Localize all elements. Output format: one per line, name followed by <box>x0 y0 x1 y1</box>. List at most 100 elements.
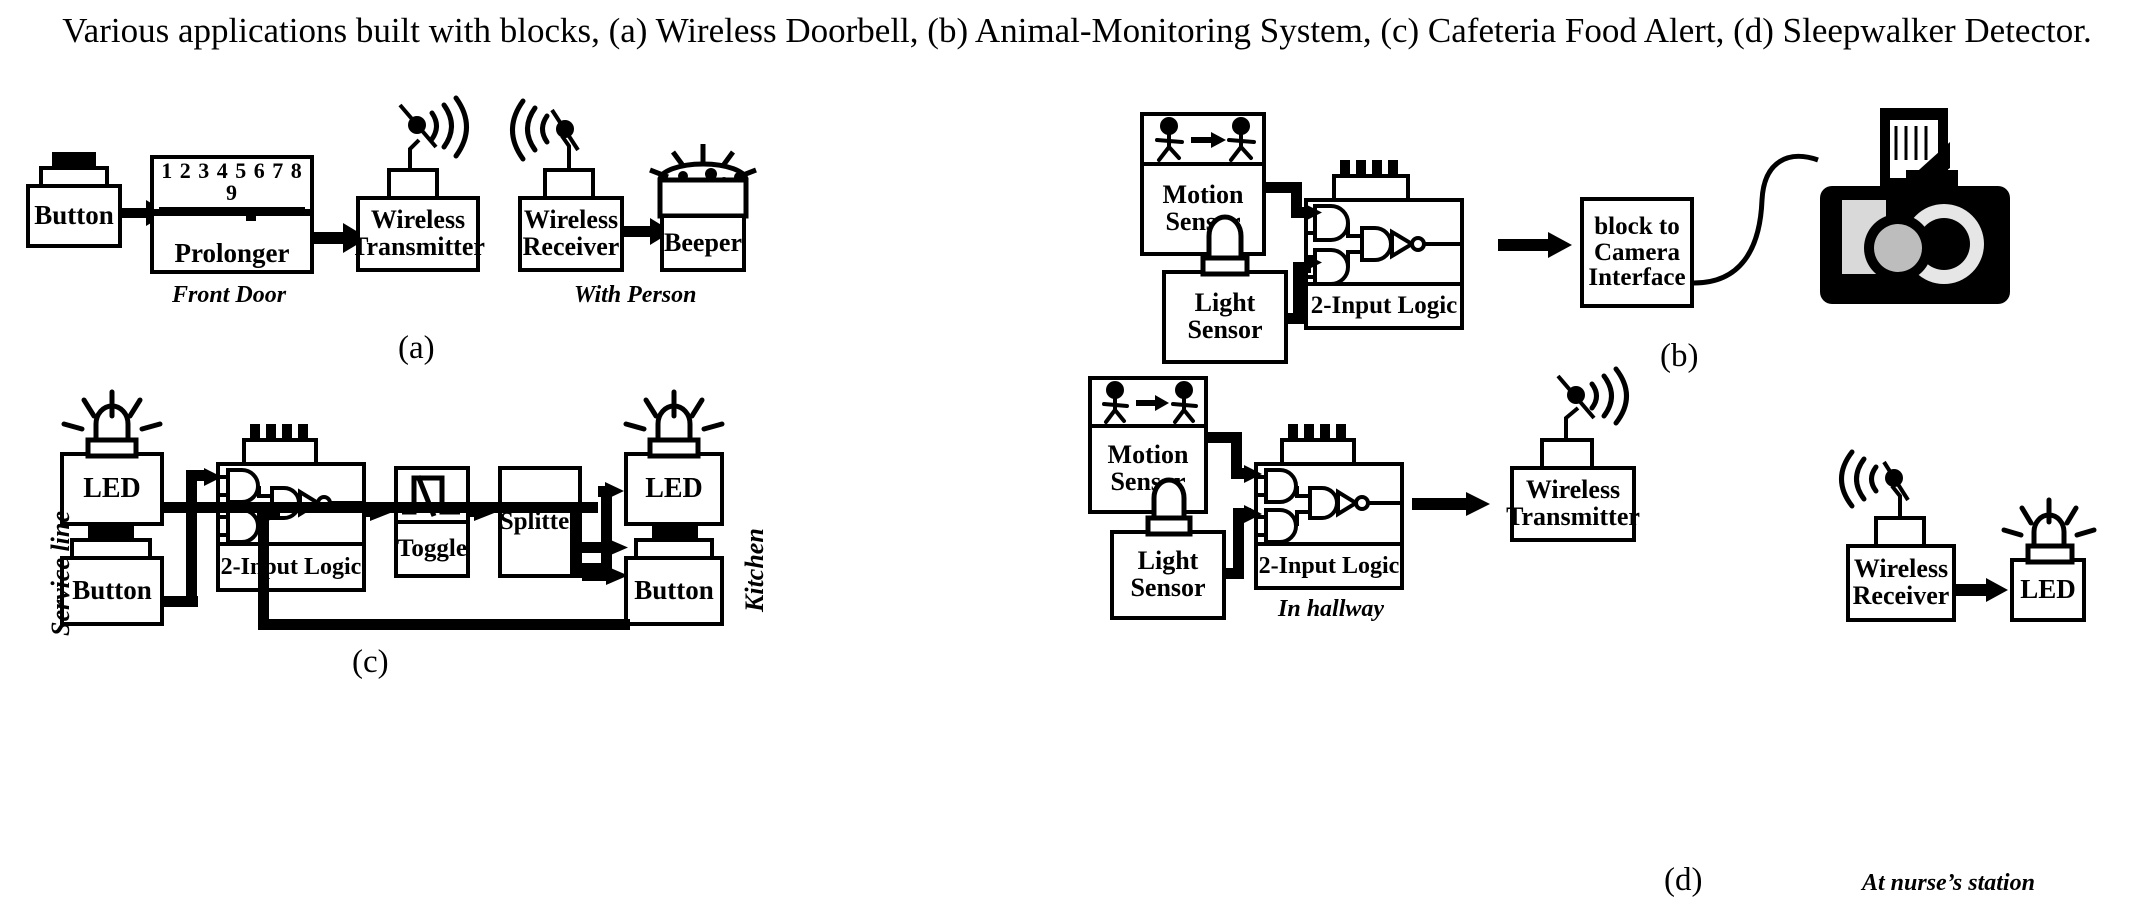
button-cap-a <box>52 152 96 170</box>
annotation-with-person: With Person <box>574 282 697 308</box>
block-label: LED <box>645 472 703 504</box>
block-label-line1: Light <box>1194 288 1256 318</box>
led-bulb-right-c <box>647 403 701 459</box>
motion-sensor-icon-box-d <box>1088 376 1208 428</box>
block-wireless-receiver-d[interactable]: Wireless Receiver <box>1846 544 1956 622</box>
block-prolonger-a[interactable]: Prolonger <box>150 212 314 274</box>
prolonger-slider-track-a[interactable] <box>159 206 305 221</box>
figure-canvas: Various applications built with blocks, … <box>0 0 2154 919</box>
block-label: Toggle <box>397 535 467 563</box>
block-2-input-logic-d[interactable]: 2-Input Logic <box>1254 542 1404 590</box>
panel-label-d: (d) <box>1664 862 1703 898</box>
block-label-line2: Transmitter <box>351 232 485 261</box>
led-bulb-left-c <box>85 403 139 459</box>
wire-splitter-out-3-c <box>582 566 628 585</box>
annotation-service-line: Service line <box>46 511 75 636</box>
pin-header-b <box>1332 160 1410 202</box>
block-button-a[interactable]: Button <box>26 184 122 248</box>
block-label-line2: Sensor <box>1187 315 1263 344</box>
antenna-node-transmitter-a <box>408 116 426 134</box>
annotation-kitchen: Kitchen <box>740 528 769 612</box>
button-cap-right-c <box>634 524 714 560</box>
block-label-line1: Wireless <box>523 205 619 235</box>
wire-receiver-to-led-d <box>1956 578 2008 602</box>
block-toggle-c[interactable]: Toggle <box>394 520 470 578</box>
pin-header-d <box>1280 424 1356 466</box>
radio-waves-transmitter-a <box>429 95 469 159</box>
block-2-input-logic-b[interactable]: 2-Input Logic <box>1304 282 1464 330</box>
block-led-d[interactable]: LED <box>2010 558 2086 622</box>
block-wireless-receiver-a[interactable]: Wireless Receiver <box>518 196 624 272</box>
figure-caption: Various applications built with blocks, … <box>62 11 2092 50</box>
block-label-line2: Receiver <box>1852 581 1950 610</box>
block-light-sensor-d[interactable]: Light Sensor <box>1110 530 1226 620</box>
nub-transmitter-d <box>1540 438 1594 470</box>
block-motion-sensor-d[interactable]: Motion Sensor <box>1088 424 1208 514</box>
led-rays-left-c <box>61 389 163 432</box>
panel-label-a: (a) <box>398 330 435 366</box>
wire-logic-to-toggle-c <box>366 502 394 521</box>
annotation-in-hallway: In hallway <box>1278 596 1385 622</box>
antenna-receiver-d <box>1882 460 1910 518</box>
block-label: Button <box>72 575 152 606</box>
block-wireless-transmitter-d[interactable]: Wireless Transmitter <box>1506 466 1640 542</box>
block-label-line2: Camera <box>1593 238 1681 266</box>
block-label: LED <box>83 472 141 504</box>
block-label: Prolonger <box>174 238 290 269</box>
motion-sensor-icon-box-b <box>1140 112 1266 166</box>
antenna-node-receiver-d <box>1885 469 1903 487</box>
block-camera-interface-b[interactable]: block to Camera Interface <box>1580 197 1694 308</box>
block-label-line2: Sensor <box>1130 573 1206 602</box>
prolonger-slider-thumb-a[interactable] <box>246 210 256 221</box>
block-light-sensor-b[interactable]: Light Sensor <box>1162 270 1288 364</box>
nub-transmitter-a <box>387 168 439 200</box>
toggle-wave-area-c <box>394 466 470 524</box>
block-label-line1: Motion <box>1162 180 1244 210</box>
block-label-line3: Interface <box>1588 264 1686 292</box>
wire-logic-to-transmitter-d <box>1412 492 1490 516</box>
block-label-line2: Sensor <box>1165 207 1241 236</box>
block-wireless-transmitter-a[interactable]: Wireless Transmitter <box>351 196 485 272</box>
panel-label-c: (c) <box>352 644 389 680</box>
logic-gate-area-b <box>1304 198 1464 286</box>
radio-waves-receiver-d <box>1839 449 1879 509</box>
block-label-line1: Wireless <box>370 205 466 235</box>
panel-label-b: (b) <box>1660 338 1699 374</box>
button-cap-left-c <box>70 524 152 560</box>
block-motion-sensor-b[interactable]: Motion Sensor <box>1140 162 1266 256</box>
logic-gate-area-c <box>216 462 366 546</box>
block-label: Button <box>34 200 114 231</box>
nub-receiver-a <box>543 168 595 200</box>
prolonger-dial-face-a[interactable]: 1 2 3 4 5 6 7 8 9 <box>150 155 314 221</box>
block-beeper-a[interactable]: Beeper <box>660 214 746 272</box>
antenna-receiver-a <box>550 108 580 173</box>
block-button-right-c[interactable]: Button <box>624 556 724 626</box>
wire-button-left-to-logic-c <box>164 468 222 607</box>
block-label: Beeper <box>664 227 742 257</box>
nub-receiver-d <box>1874 516 1926 548</box>
block-label-line1: Motion <box>1107 440 1189 470</box>
wire-splitter-out-2-c <box>582 538 628 557</box>
antenna-node-transmitter-d <box>1567 386 1585 404</box>
annotation-front-door: Front Door <box>172 282 287 308</box>
antenna-transmitter-a <box>398 103 438 173</box>
logic-gate-area-d <box>1254 462 1404 546</box>
pin-header-c <box>242 424 318 466</box>
block-label-line1: block to <box>1594 213 1680 241</box>
prolonger-scale-numbers: 1 2 3 4 5 6 7 8 9 <box>161 158 303 206</box>
block-label-line1: Wireless <box>1853 554 1949 584</box>
block-label: 2-Input Logic <box>220 553 362 580</box>
block-label-line2: Transmitter <box>1506 502 1640 531</box>
radio-waves-transmitter-d <box>1589 366 1629 426</box>
panel-b-vectors <box>1155 108 2010 324</box>
led-bulb-d <box>2025 512 2075 565</box>
block-label: Button <box>634 575 714 606</box>
beeper-head-a <box>649 144 757 199</box>
led-rays-d <box>2001 497 2097 538</box>
beeper-body-a <box>657 177 749 219</box>
camera-photo-icon-b <box>1820 108 2010 304</box>
block-splitter-c[interactable]: Splitter <box>498 466 582 578</box>
panel-a-vectors <box>39 95 757 253</box>
block-led-right-c[interactable]: LED <box>624 452 724 526</box>
block-2-input-logic-c[interactable]: 2-Input Logic <box>216 542 366 592</box>
